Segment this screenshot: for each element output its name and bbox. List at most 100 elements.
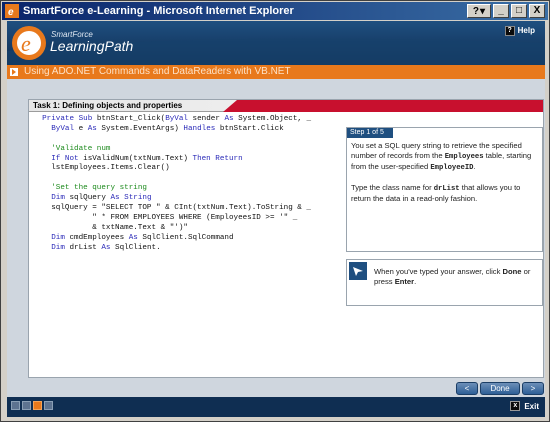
view-toggle-1[interactable]	[11, 401, 20, 410]
back-button[interactable]: <	[456, 382, 478, 395]
step-paragraph-1: You set a SQL query string to retrieve t…	[351, 141, 532, 172]
done-button[interactable]: Done	[480, 382, 520, 395]
code-text: sqlQuery	[64, 194, 111, 203]
code-comment: 'Validate num	[51, 144, 111, 153]
code-keyword: ByVal	[165, 115, 188, 123]
code-text: sqlQuery = "SELECT TOP " & CInt(txtNum.T…	[33, 204, 311, 213]
chevron-down-icon: ▾	[480, 5, 486, 17]
code-keyword: Dim	[51, 194, 65, 203]
view-toggles	[11, 401, 53, 410]
code-line: & txtName.Text & "')"	[33, 224, 343, 234]
close-button[interactable]: X	[529, 4, 545, 18]
code-line: ByVal e As System.EventArgs) Handles btn…	[33, 125, 343, 135]
svg-text:e: e	[21, 31, 31, 56]
code-text: lstEmployees.Items.Clear()	[33, 164, 170, 173]
module-title-bar: Using ADO.NET Commands and DataReaders w…	[7, 65, 545, 79]
code-text: isValidNum(txtNum.Text)	[78, 154, 193, 163]
svg-text:e: e	[8, 7, 14, 18]
help-menu-button[interactable]: ? ▾	[467, 4, 491, 18]
code-text: drList	[64, 243, 102, 252]
step-label: Step 1 of 5	[347, 128, 393, 138]
app-header: e SmartForce LearningPath ? Help	[7, 21, 545, 65]
code-text: sender	[187, 115, 225, 123]
next-button[interactable]: >	[522, 382, 544, 395]
code-line: Private Sub btnStart_Click(ByVal sender …	[33, 115, 343, 125]
exit-button[interactable]: x Exit	[510, 399, 539, 413]
code-text: e	[74, 124, 88, 133]
code-keyword: Then Return	[192, 154, 243, 163]
code-line: Dim cmdEmployees As SqlClient.SqlCommand	[33, 234, 343, 244]
help-label: Help	[517, 26, 535, 35]
brand-learningpath: LearningPath	[50, 38, 134, 54]
view-toggle-2[interactable]	[22, 401, 31, 410]
code-text: SqlClient.	[110, 243, 161, 252]
code-line: sqlQuery = "SELECT TOP " & CInt(txtNum.T…	[33, 204, 343, 214]
code-text: & txtName.Text & "')"	[33, 223, 188, 232]
title-bar: e SmartForce e-Learning - Microsoft Inte…	[2, 2, 548, 20]
task-header-accent	[223, 100, 543, 112]
code-text: cmdEmployees	[64, 233, 129, 242]
footer-bar: x Exit	[7, 397, 545, 417]
hint-box: When you've typed your answer, click Don…	[346, 259, 543, 306]
learningpath-app: e SmartForce LearningPath ? Help Using A…	[7, 21, 545, 417]
code-line: lstEmployees.Items.Clear()	[33, 164, 343, 174]
ie-icon: e	[5, 4, 19, 18]
code-text: System.Object, _	[233, 115, 312, 123]
step-text: You set a SQL query string to retrieve t…	[351, 141, 541, 214]
code-keyword: As	[224, 115, 234, 123]
code-keyword: Dim	[51, 233, 65, 242]
code-text: " * FROM EMPLOYEES WHERE (EmployeesID >=…	[33, 213, 298, 222]
navigation-area: < Done > x Exit	[7, 379, 545, 417]
help-icon: ?	[472, 5, 480, 17]
step-instructions: Step 1 of 5 You set a SQL query string t…	[346, 127, 543, 252]
code-line: " * FROM EMPLOYEES WHERE (EmployeesID >=…	[33, 214, 343, 224]
help-button[interactable]: ? Help	[501, 24, 539, 37]
exit-icon: x	[510, 401, 521, 411]
code-text: SqlClient.SqlCommand	[137, 233, 234, 242]
code-text: System.EventArgs)	[96, 124, 184, 133]
maximize-button[interactable]: □	[511, 4, 527, 18]
arrow-right-icon	[10, 68, 18, 76]
code-line: If Not isValidNum(txtNum.Text) Then Retu…	[33, 155, 343, 165]
keyboard-hint-icon	[349, 262, 367, 280]
code-keyword: As String	[110, 194, 152, 203]
code-text: btnStart_Click(	[92, 115, 166, 123]
code-line: 'Validate num	[33, 145, 343, 155]
view-toggle-4[interactable]	[44, 401, 53, 410]
code-keyword: As	[87, 124, 97, 133]
minimize-button[interactable]: _	[493, 4, 509, 18]
code-keyword: ByVal	[51, 124, 75, 133]
module-title: Using ADO.NET Commands and DataReaders w…	[24, 66, 291, 77]
smartforce-logo-icon: e	[12, 26, 46, 60]
window-title: SmartForce e-Learning - Microsoft Intern…	[23, 5, 294, 17]
code-line: Dim drList As SqlClient.	[33, 244, 343, 254]
code-keyword: Handles	[183, 124, 216, 133]
code-keyword: Dim	[51, 243, 65, 252]
code-editor[interactable]: Private Sub btnStart_Click(ByVal sender …	[33, 115, 343, 253]
exit-label: Exit	[524, 401, 539, 411]
step-paragraph-2: Type the class name for drList that allo…	[351, 183, 521, 203]
view-toggle-3[interactable]	[33, 401, 42, 410]
code-keyword: Private Sub	[42, 115, 93, 123]
code-line: 'Set the query string	[33, 184, 343, 194]
code-keyword: If Not	[51, 154, 79, 163]
task-header: Task 1: Defining objects and properties	[29, 100, 543, 112]
code-keyword: As	[128, 233, 138, 242]
browser-window: e SmartForce e-Learning - Microsoft Inte…	[0, 0, 550, 422]
code-text: btnStart.Click	[215, 124, 284, 133]
code-line: Dim sqlQuery As String	[33, 194, 343, 204]
task-title: Task 1: Defining objects and properties	[33, 101, 183, 110]
question-icon: ?	[504, 25, 515, 36]
code-comment: 'Set the query string	[51, 184, 147, 193]
hint-text: When you've typed your answer, click Don…	[374, 267, 531, 286]
task-panel: Task 1: Defining objects and properties …	[28, 99, 544, 378]
